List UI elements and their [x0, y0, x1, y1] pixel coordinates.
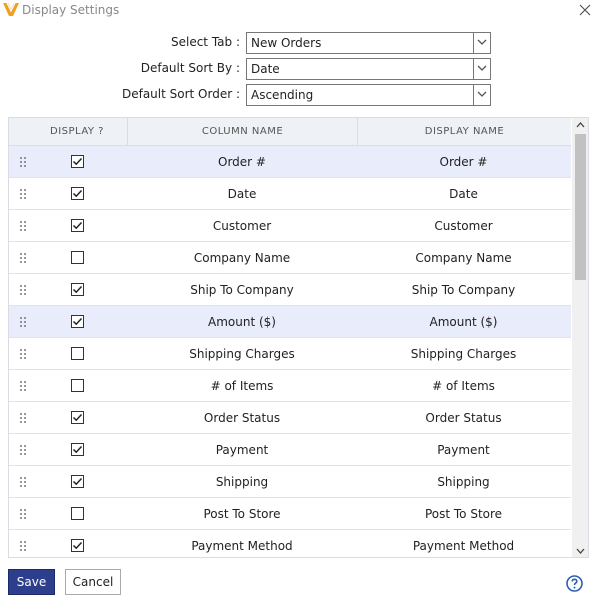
table-row[interactable]: Payment Method Payment Method: [9, 530, 571, 557]
app-logo-icon: [3, 3, 19, 16]
display-name-cell[interactable]: Order #: [356, 146, 571, 178]
help-icon[interactable]: [566, 575, 583, 592]
scroll-up-icon[interactable]: [576, 122, 585, 128]
header-display-name: DISPLAY NAME: [357, 118, 571, 146]
checkbox-checked-icon[interactable]: [71, 187, 84, 200]
display-name-cell[interactable]: Shipping Charges: [356, 338, 571, 370]
checkbox-checked-icon[interactable]: [71, 475, 84, 488]
drag-handle-icon[interactable]: [19, 220, 27, 232]
table-row[interactable]: Shipping Shipping: [9, 466, 571, 498]
select-tab-dropdown[interactable]: New Orders: [246, 32, 491, 54]
checkbox-checked-icon[interactable]: [71, 411, 84, 424]
column-name-cell: Shipping Charges: [189, 347, 295, 361]
display-name-cell[interactable]: Company Name: [356, 242, 571, 274]
grid-body: Order # Order # Date Date Customer Customer Co…: [9, 146, 571, 557]
checkbox-checked-icon[interactable]: [71, 155, 84, 168]
drag-handle-icon[interactable]: [19, 252, 27, 264]
sort-order-label: Default Sort Order :: [121, 87, 240, 101]
sort-order-dropdown[interactable]: Ascending: [246, 84, 491, 106]
column-name-cell: Post To Store: [203, 507, 281, 521]
checkbox-unchecked-icon[interactable]: [71, 347, 84, 360]
column-name-cell: Company Name: [193, 251, 291, 265]
checkbox-checked-icon[interactable]: [71, 283, 84, 296]
sort-by-value: Date: [251, 62, 280, 76]
select-tab-label: Select Tab :: [170, 35, 240, 49]
display-name-cell[interactable]: Payment: [356, 434, 571, 466]
display-name-cell[interactable]: Amount ($): [356, 306, 571, 338]
column-name-cell: Payment Method: [191, 539, 293, 553]
display-name-cell[interactable]: Shipping: [356, 466, 571, 498]
table-row[interactable]: Date Date: [9, 178, 571, 210]
sort-by-row: Default Sort By : Date: [0, 58, 597, 80]
drag-handle-icon[interactable]: [19, 284, 27, 296]
table-row[interactable]: Order # Order #: [9, 146, 571, 178]
display-name-cell[interactable]: Post To Store: [356, 498, 571, 530]
close-icon[interactable]: [576, 1, 594, 19]
drag-handle-icon[interactable]: [19, 476, 27, 488]
drag-handle-icon[interactable]: [19, 348, 27, 360]
display-name-cell[interactable]: Date: [356, 178, 571, 210]
grid-header: DISPLAY ? COLUMN NAME DISPLAY NAME: [9, 118, 571, 146]
display-name-cell[interactable]: Order Status: [356, 402, 571, 434]
save-button[interactable]: Save: [8, 569, 55, 595]
checkbox-unchecked-icon[interactable]: [71, 507, 84, 520]
checkbox-unchecked-icon[interactable]: [71, 379, 84, 392]
table-row[interactable]: Order Status Order Status: [9, 402, 571, 434]
chevron-down-icon[interactable]: [473, 85, 490, 105]
table-row[interactable]: Customer Customer: [9, 210, 571, 242]
display-name-cell[interactable]: Ship To Company: [356, 274, 571, 306]
drag-handle-icon[interactable]: [19, 380, 27, 392]
checkbox-checked-icon[interactable]: [71, 219, 84, 232]
column-name-cell: Date: [227, 187, 257, 201]
column-name-cell: Order #: [218, 155, 266, 169]
chevron-down-icon[interactable]: [473, 59, 490, 79]
select-tab-value: New Orders: [251, 36, 322, 50]
drag-handle-icon[interactable]: [19, 188, 27, 200]
drag-handle-icon[interactable]: [19, 540, 27, 552]
column-name-cell: Payment: [215, 443, 269, 457]
drag-handle-icon[interactable]: [19, 316, 27, 328]
scrollbar-thumb[interactable]: [575, 134, 586, 280]
chevron-down-icon[interactable]: [473, 33, 490, 53]
checkbox-unchecked-icon[interactable]: [71, 251, 84, 264]
header-display: DISPLAY ?: [50, 126, 104, 137]
table-row[interactable]: Company Name Company Name: [9, 242, 571, 274]
drag-handle-icon[interactable]: [19, 508, 27, 520]
table-row[interactable]: # of Items # of Items: [9, 370, 571, 402]
sort-by-dropdown[interactable]: Date: [246, 58, 491, 80]
table-row[interactable]: Payment Payment: [9, 434, 571, 466]
checkbox-checked-icon[interactable]: [71, 443, 84, 456]
drag-header-cell: [9, 118, 27, 146]
sort-order-row: Default Sort Order : Ascending: [0, 84, 597, 106]
column-name-cell: Shipping: [215, 475, 269, 489]
checkbox-checked-icon[interactable]: [71, 539, 84, 552]
display-name-cell[interactable]: Payment Method: [356, 530, 571, 557]
drag-handle-icon[interactable]: [19, 412, 27, 424]
sort-order-value: Ascending: [251, 88, 314, 102]
column-name-cell: Order Status: [203, 411, 281, 425]
table-row[interactable]: Post To Store Post To Store: [9, 498, 571, 530]
title-bar: Display Settings: [0, 0, 597, 22]
column-name-cell: Ship To Company: [190, 283, 294, 297]
select-tab-row: Select Tab : New Orders: [0, 32, 597, 54]
window-title: Display Settings: [22, 3, 120, 17]
drag-handle-icon[interactable]: [19, 156, 27, 168]
cancel-button[interactable]: Cancel: [65, 569, 121, 595]
columns-grid: DISPLAY ? COLUMN NAME DISPLAY NAME Order…: [8, 117, 589, 558]
column-name-cell: # of Items: [210, 379, 274, 393]
header-column-name: COLUMN NAME: [127, 118, 357, 146]
table-row[interactable]: Ship To Company Ship To Company: [9, 274, 571, 306]
scroll-down-icon[interactable]: [576, 548, 585, 554]
display-name-cell[interactable]: Customer: [356, 210, 571, 242]
display-name-cell[interactable]: # of Items: [356, 370, 571, 402]
column-name-cell: Amount ($): [208, 315, 276, 329]
table-row[interactable]: Amount ($) Amount ($): [9, 306, 571, 338]
column-name-cell: Customer: [212, 219, 272, 233]
sort-by-label: Default Sort By :: [140, 61, 240, 75]
table-row[interactable]: Shipping Charges Shipping Charges: [9, 338, 571, 370]
drag-handle-icon[interactable]: [19, 444, 27, 456]
checkbox-checked-icon[interactable]: [71, 315, 84, 328]
grid-scrollbar[interactable]: [572, 118, 588, 557]
